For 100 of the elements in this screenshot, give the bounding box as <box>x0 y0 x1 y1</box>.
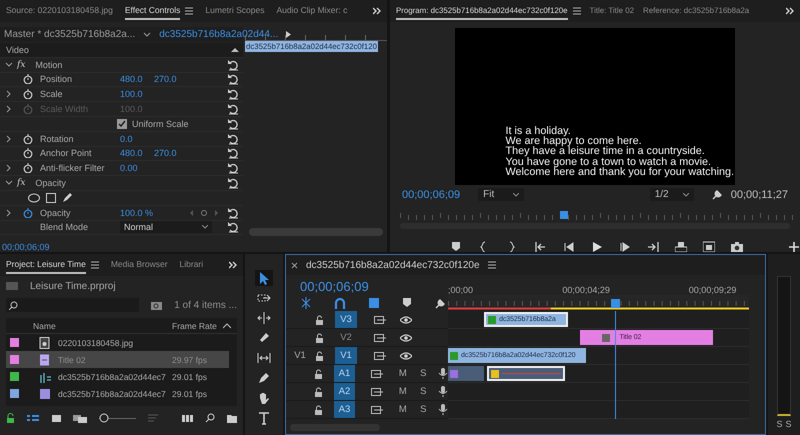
new-bin-icon[interactable] <box>227 413 237 423</box>
property-value[interactable]: 480.0 <box>120 148 154 158</box>
panel-tab[interactable]: Librari <box>180 256 204 274</box>
step-back-icon[interactable] <box>563 241 575 252</box>
property-value[interactable]: 0.00 <box>120 163 154 174</box>
sort-ascending-icon[interactable] <box>222 322 231 328</box>
microphone-icon[interactable] <box>438 404 448 416</box>
resolution-dropdown[interactable]: 1/2 <box>650 188 694 201</box>
panel-tab[interactable]: Effect Controls <box>124 2 180 20</box>
track-target[interactable]: V2 <box>335 329 357 346</box>
linked-selection-icon[interactable] <box>368 297 380 309</box>
solo-button[interactable]: S <box>418 404 429 415</box>
blend-mode-dropdown[interactable]: Normal <box>120 221 212 234</box>
overflow-icon[interactable] <box>229 261 237 269</box>
go-to-in-icon[interactable] <box>535 241 547 252</box>
menu-icon[interactable] <box>90 260 99 270</box>
zoom-scrollbar[interactable] <box>249 228 383 236</box>
property-value[interactable]: 270.0 <box>154 74 188 84</box>
reset-icon[interactable] <box>227 221 239 234</box>
stopwatch-icon[interactable] <box>22 74 32 84</box>
menu-icon[interactable] <box>185 6 194 16</box>
reset-icon[interactable] <box>227 162 239 174</box>
list-view-icon[interactable] <box>27 414 39 422</box>
checkbox[interactable] <box>117 118 127 129</box>
sync-lock-icon[interactable] <box>371 368 384 378</box>
column-header[interactable]: Name <box>33 320 172 330</box>
pen-icon[interactable] <box>62 192 73 204</box>
selection-tool[interactable] <box>255 270 273 286</box>
insert-icon[interactable] <box>675 241 687 252</box>
step-forward-icon[interactable] <box>619 241 631 252</box>
solo-button[interactable]: S <box>418 368 429 379</box>
search-icon[interactable] <box>205 413 215 423</box>
sync-lock-icon[interactable] <box>374 332 386 342</box>
play-icon[interactable] <box>286 31 292 38</box>
lock-icon[interactable] <box>315 314 324 324</box>
lock-icon[interactable] <box>315 350 324 360</box>
track-target[interactable]: V1 <box>335 347 357 364</box>
property-value[interactable]: 100.0 <box>120 89 154 100</box>
lock-icon[interactable] <box>6 413 15 423</box>
reset-icon[interactable] <box>227 147 239 160</box>
source-patch[interactable]: V1 <box>292 347 308 364</box>
audio-clip[interactable] <box>448 366 484 381</box>
label-color-swatch[interactable] <box>10 355 19 364</box>
chevron-right-icon[interactable] <box>5 134 13 143</box>
icon-view-icon[interactable] <box>51 413 61 423</box>
sync-lock-icon[interactable] <box>374 350 386 360</box>
ripple-tool[interactable] <box>255 310 273 326</box>
chevron-down-icon[interactable] <box>5 179 13 188</box>
project-item-row[interactable]: Title 02 29.97 fps <box>6 351 229 368</box>
playhead-timecode[interactable]: 00;00;06;09 <box>300 279 448 294</box>
project-item-row[interactable]: dc3525b716b8a2a02d44ec7 29.01 fps <box>6 385 229 402</box>
stopwatch-icon[interactable] <box>22 148 32 158</box>
overwrite-icon[interactable] <box>703 241 715 252</box>
chevron-right-icon[interactable] <box>5 90 13 98</box>
eye-icon[interactable] <box>400 314 412 324</box>
overflow-icon[interactable] <box>373 7 381 15</box>
rectangle-mask-icon[interactable] <box>46 192 56 203</box>
solo-button[interactable]: S <box>786 419 792 429</box>
lock-icon[interactable] <box>315 332 324 342</box>
panel-tab[interactable]: Media Browser <box>110 256 168 274</box>
chevron-down-icon[interactable] <box>143 30 152 38</box>
property-value[interactable]: 100.0 % <box>120 208 154 218</box>
panel-tab[interactable]: Lumetri Scopes <box>205 2 264 20</box>
reset-icon[interactable] <box>227 132 239 145</box>
track-target[interactable]: A1 <box>334 365 355 382</box>
snap-icon[interactable] <box>334 297 346 309</box>
ellipse-mask-icon[interactable] <box>28 192 40 203</box>
play-icon[interactable] <box>591 241 603 252</box>
label-color-swatch[interactable] <box>10 338 19 347</box>
reset-icon[interactable] <box>227 206 239 219</box>
microphone-icon[interactable] <box>438 368 448 380</box>
close-icon[interactable] <box>291 262 298 268</box>
playhead-timecode[interactable]: 00;00;06;09 <box>402 188 460 200</box>
collapse-icon[interactable] <box>231 46 239 53</box>
reset-icon[interactable] <box>227 177 239 190</box>
solo-button[interactable]: S <box>776 419 782 429</box>
chevron-right-icon[interactable] <box>5 164 13 172</box>
marker-icon[interactable] <box>451 241 463 252</box>
mute-button[interactable]: M <box>397 404 409 415</box>
reset-icon[interactable] <box>227 58 239 71</box>
eye-icon[interactable] <box>400 350 412 360</box>
property-value[interactable]: 480.0 <box>120 74 154 84</box>
reset-icon[interactable] <box>227 118 239 130</box>
eye-icon[interactable] <box>400 332 412 342</box>
lock-icon[interactable] <box>314 404 323 414</box>
settings-icon[interactable] <box>434 297 446 309</box>
track-target[interactable]: A2 <box>334 383 355 400</box>
slider-thumb[interactable] <box>99 413 109 423</box>
camera-icon[interactable] <box>731 241 743 252</box>
property-value[interactable]: 270.0 <box>154 148 188 158</box>
playhead[interactable] <box>611 299 620 308</box>
overflow-icon[interactable] <box>786 7 794 15</box>
track-target[interactable]: A3 <box>334 401 355 418</box>
sync-lock-icon[interactable] <box>374 314 386 324</box>
property-value[interactable]: 0.0 <box>120 134 154 144</box>
column-header[interactable]: Frame Rate <box>172 320 217 330</box>
panel-tab[interactable]: Project: Leisure Time <box>6 256 86 274</box>
chevron-right-icon[interactable] <box>5 208 13 217</box>
add-button-icon[interactable] <box>789 242 799 252</box>
marker-icon[interactable] <box>402 297 412 309</box>
